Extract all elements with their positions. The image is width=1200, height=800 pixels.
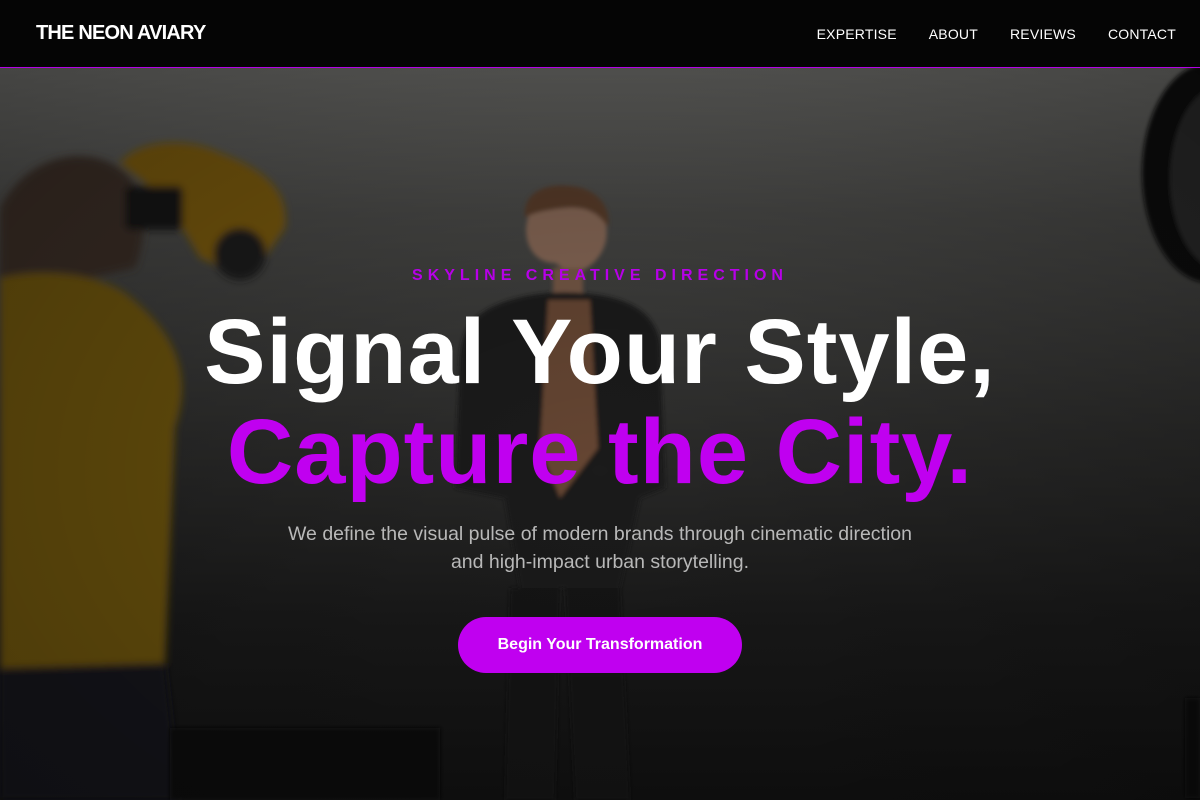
nav-link-reviews[interactable]: REVIEWS — [1010, 26, 1076, 42]
hero-description: We define the visual pulse of modern bra… — [288, 523, 912, 573]
nav-link-about[interactable]: ABOUT — [929, 26, 978, 42]
hero-kicker: SKYLINE CREATIVE DIRECTION — [412, 267, 788, 284]
top-navigation: THE NEON AVIARY EXPERTISE ABOUT REVIEWS … — [0, 0, 1200, 68]
hero-content: SKYLINE CREATIVE DIRECTION Signal Your S… — [0, 68, 1200, 800]
nav-link-expertise[interactable]: EXPERTISE — [817, 26, 897, 42]
hero-headline-line-2: Capture the City. — [226, 401, 974, 503]
hero-headline-line-1: Signal Your Style, — [204, 301, 996, 403]
nav-link-contact[interactable]: CONTACT — [1108, 26, 1176, 42]
brand-logo[interactable]: THE NEON AVIARY — [36, 22, 206, 45]
begin-transformation-button[interactable]: Begin Your Transformation — [458, 617, 742, 673]
nav-menu: EXPERTISE ABOUT REVIEWS CONTACT — [817, 26, 1176, 42]
